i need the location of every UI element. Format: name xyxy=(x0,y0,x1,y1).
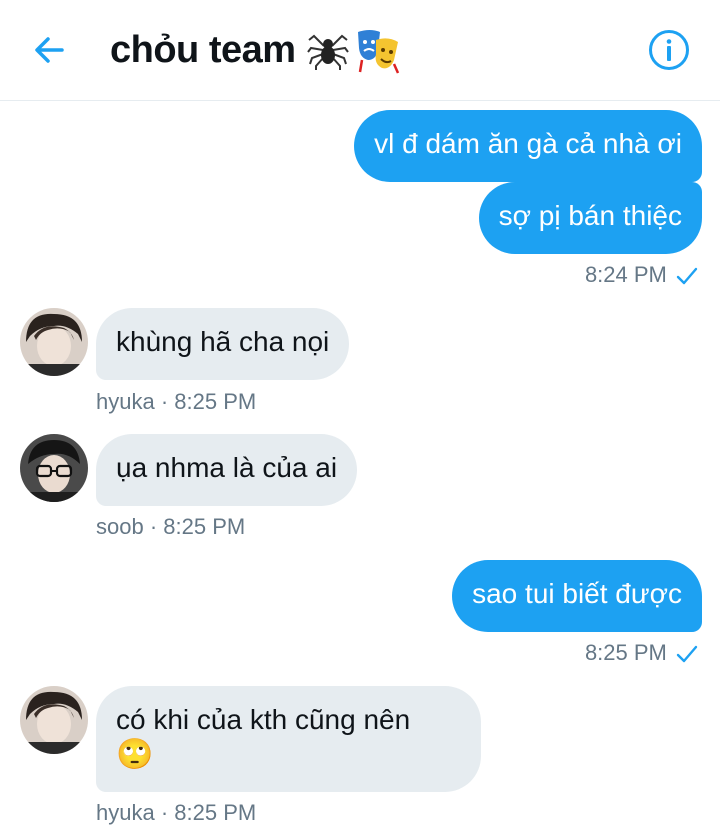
back-arrow-icon xyxy=(35,37,64,63)
outgoing-message-bubble[interactable]: sợ pị bán thiệc xyxy=(478,182,702,254)
avatar[interactable] xyxy=(20,308,88,376)
incoming-message-bubble[interactable]: khùng hã cha nọi xyxy=(96,308,350,380)
avatar-photo xyxy=(20,434,88,502)
face-with-rolling-eyes-emoji: 🙄 xyxy=(116,738,154,771)
conversation-title-text: chỏu team xyxy=(110,28,296,71)
info-icon xyxy=(649,30,689,70)
avatar-photo xyxy=(20,308,88,376)
message-timestamp: 8:25 PM xyxy=(585,640,698,666)
incoming-message-bubble[interactable]: có khi của kth cũng nên 🙄 xyxy=(96,686,481,792)
back-button[interactable] xyxy=(26,28,74,72)
message-text: vl đ dám ăn gà cả nhà ơi xyxy=(374,128,682,159)
conversation-header: chỏu team xyxy=(0,0,720,101)
message-timestamp: 8:24 PM xyxy=(585,262,698,288)
message-text: khùng hã cha nọi xyxy=(116,326,330,357)
incoming-message-bubble[interactable]: ụa nhma là của ai xyxy=(96,434,358,506)
avatar[interactable] xyxy=(20,686,88,754)
conversation-title: chỏu team xyxy=(110,26,402,74)
outgoing-message-bubble[interactable]: sao tui biết được xyxy=(452,560,702,632)
message-sender-meta: hyuka · 8:25 PM xyxy=(96,389,257,414)
spider-icon xyxy=(306,34,349,70)
message-text: ụa nhma là của ai xyxy=(116,452,338,483)
title-emojis xyxy=(306,26,402,74)
conversation-info-button[interactable] xyxy=(648,29,690,71)
message-text: sợ pị bán thiệc xyxy=(498,200,682,231)
message-text: có khi của kth cũng nên xyxy=(116,704,411,735)
sent-check-icon xyxy=(676,267,698,285)
performing-arts-icon xyxy=(357,30,399,74)
message-sender-meta: hyuka · 8:25 PM xyxy=(96,800,257,825)
sent-check-icon xyxy=(676,645,698,663)
message-sender-meta: soob · 8:25 PM xyxy=(96,514,246,539)
avatar-photo xyxy=(20,686,88,754)
avatar[interactable] xyxy=(20,434,88,502)
message-text: sao tui biết được xyxy=(472,578,682,609)
outgoing-message-bubble[interactable]: vl đ dám ăn gà cả nhà ơi xyxy=(354,110,702,182)
